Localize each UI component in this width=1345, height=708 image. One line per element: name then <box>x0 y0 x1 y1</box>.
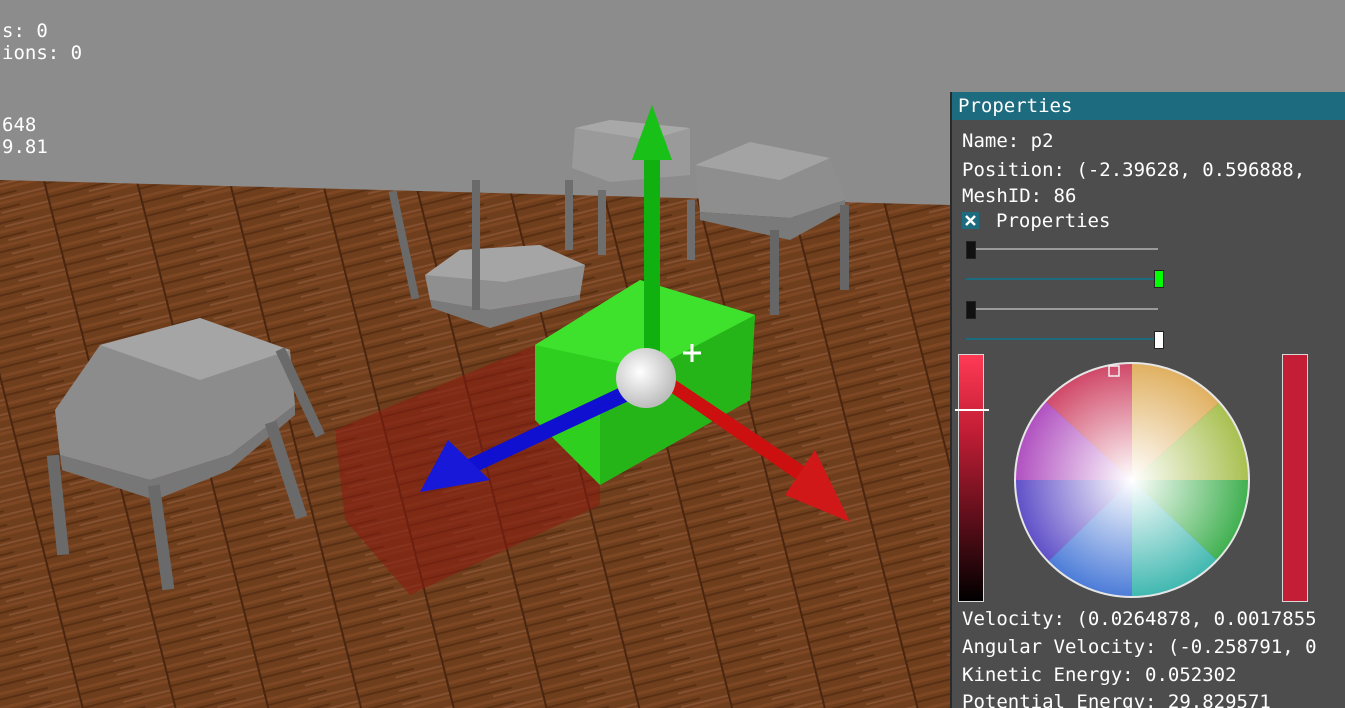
angular-velocity-readout: Angular Velocity: (-0.258791, 0 <box>962 636 1317 658</box>
slider-knob[interactable] <box>1154 331 1164 349</box>
hud-line-3: 648 <box>2 114 37 136</box>
color-value-bar[interactable] <box>955 354 989 602</box>
color-wheel[interactable] <box>1014 354 1254 604</box>
object-mesh-id: MeshID: 86 <box>962 185 1077 207</box>
potential-energy-readout: Potential Energy: 29.829571 <box>962 691 1271 708</box>
object-name: Name: p2 <box>962 130 1054 152</box>
slider-knob[interactable] <box>966 301 976 319</box>
hud-line-2: ions: 0 <box>2 42 83 64</box>
hud-line-1: s: 0 <box>2 20 48 42</box>
selected-color-swatch <box>1282 354 1308 602</box>
kinetic-energy-readout: Kinetic Energy: 0.052302 <box>962 664 1237 686</box>
value-marker[interactable] <box>955 409 989 412</box>
gizmo-center-sphere[interactable] <box>616 348 676 408</box>
slider-knob[interactable] <box>1154 270 1164 288</box>
hud-line-4: 9.81 <box>2 136 48 158</box>
properties-panel[interactable]: Properties Name: p2 Position: (-2.39628,… <box>950 92 1345 708</box>
properties-panel-title[interactable]: Properties <box>952 92 1345 120</box>
velocity-readout: Velocity: (0.0264878, 0.0017855 <box>962 608 1317 630</box>
object-position: Position: (-2.39628, 0.596888, <box>962 159 1306 181</box>
properties-section-toggle[interactable] <box>962 212 979 229</box>
properties-section-label: Properties <box>996 210 1111 232</box>
slider-knob[interactable] <box>966 241 976 259</box>
close-x-icon <box>965 215 976 226</box>
